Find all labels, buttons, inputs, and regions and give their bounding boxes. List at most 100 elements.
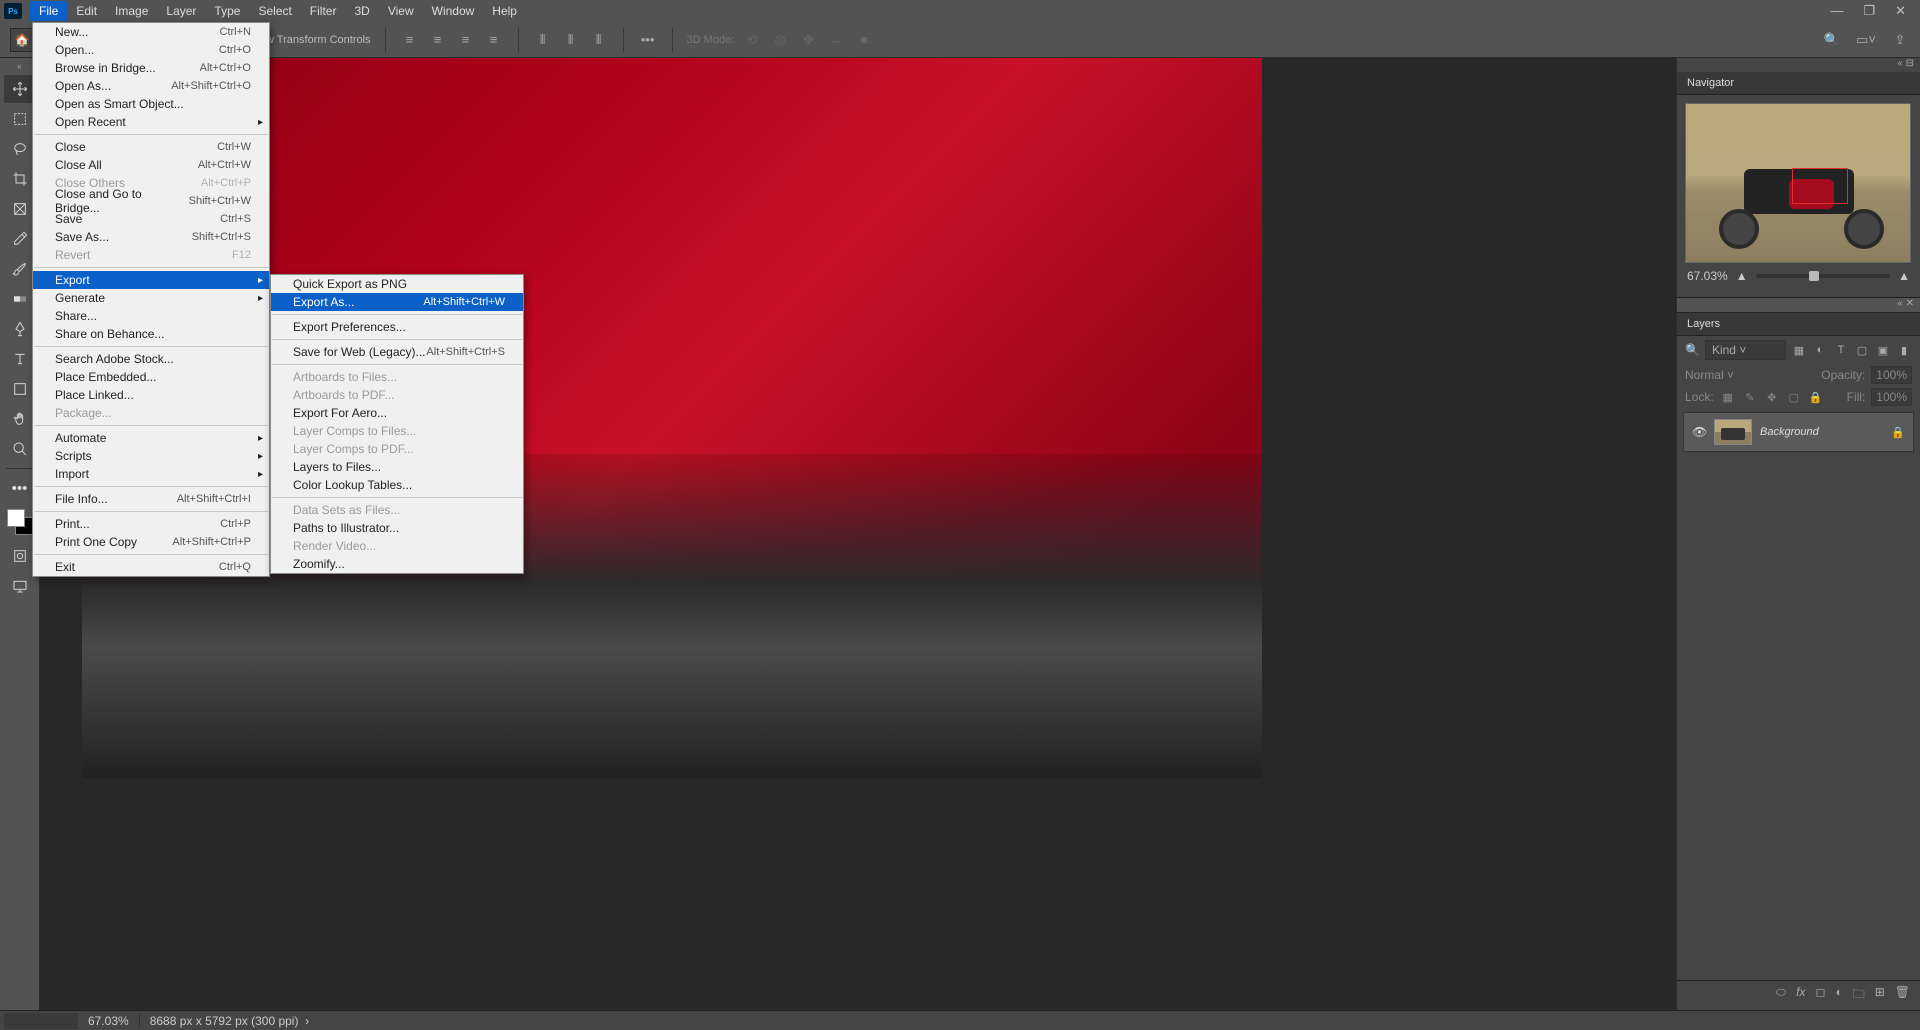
file-menu-item-15[interactable]: Export (33, 271, 269, 289)
export-menu-item-18[interactable]: Zoomify... (271, 555, 523, 573)
align-top-icon[interactable]: ≡ (484, 30, 504, 50)
file-menu-item-1[interactable]: Open...Ctrl+O (33, 41, 269, 59)
layer-mask-icon[interactable]: ◻ (1815, 985, 1825, 1006)
layers-tab[interactable]: Layers (1677, 313, 1920, 336)
panel-collapse-icon[interactable]: « ⊟ (1677, 58, 1920, 72)
edit-toolbar-icon[interactable]: ••• (4, 474, 36, 502)
brush-tool[interactable] (4, 255, 36, 283)
navigator-viewbox[interactable] (1792, 168, 1848, 204)
delete-layer-icon[interactable]: 🗑 (1895, 985, 1910, 1006)
file-menu-item-11[interactable]: SaveCtrl+S (33, 210, 269, 228)
adjustment-layer-icon[interactable]: ◐ (1835, 985, 1842, 1006)
menu-layer[interactable]: Layer (157, 1, 205, 21)
frame-tool[interactable] (4, 195, 36, 223)
more-options-icon[interactable]: ••• (638, 30, 658, 50)
export-menu-item-5[interactable]: Save for Web (Legacy)...Alt+Shift+Ctrl+S (271, 343, 523, 361)
file-menu-item-17[interactable]: Share... (33, 307, 269, 325)
layer-name[interactable]: Background (1760, 426, 1883, 438)
align-right-icon[interactable]: ≡ (456, 30, 476, 50)
visibility-icon[interactable]: 👁 (1692, 425, 1706, 439)
link-layers-icon[interactable]: ⬭ (1776, 985, 1786, 1006)
file-menu-item-26[interactable]: Scripts (33, 447, 269, 465)
zoom-in-icon[interactable]: ▲ (1898, 269, 1910, 283)
align-center-h-icon[interactable]: ≡ (428, 30, 448, 50)
opacity-value[interactable]: 100% (1871, 366, 1912, 384)
crop-tool[interactable] (4, 165, 36, 193)
layer-thumbnail[interactable] (1714, 419, 1752, 445)
filter-smart-icon[interactable]: ▣ (1875, 343, 1891, 357)
layers-collapse-icon[interactable]: « ✕ (1677, 298, 1920, 312)
screenmode-tool[interactable] (4, 572, 36, 600)
lasso-tool[interactable] (4, 135, 36, 163)
file-menu-item-10[interactable]: Close and Go to Bridge...Shift+Ctrl+W (33, 192, 269, 210)
new-layer-icon[interactable]: ⊞ (1875, 985, 1885, 1006)
type-tool[interactable] (4, 345, 36, 373)
file-menu-item-22[interactable]: Place Linked... (33, 386, 269, 404)
menu-select[interactable]: Select (249, 1, 300, 21)
export-menu-item-1[interactable]: Export As...Alt+Shift+Ctrl+W (271, 293, 523, 311)
distribute-icon[interactable]: ⫴ (589, 30, 609, 50)
lock-all-icon[interactable]: 🔒 (1808, 390, 1824, 404)
workspace-icon[interactable]: ▭˅ (1856, 30, 1876, 50)
foreground-color-swatch[interactable] (7, 509, 25, 527)
menu-type[interactable]: Type (205, 1, 249, 21)
status-doc-info[interactable]: 8688 px x 5792 px (300 ppi) › (139, 1014, 319, 1028)
file-menu-item-7[interactable]: CloseCtrl+W (33, 138, 269, 156)
file-menu-item-5[interactable]: Open Recent (33, 113, 269, 131)
file-menu-item-3[interactable]: Open As...Alt+Shift+Ctrl+O (33, 77, 269, 95)
zoom-out-icon[interactable]: ▲ (1736, 269, 1748, 283)
layer-lock-icon[interactable]: 🔒 (1891, 426, 1905, 439)
export-menu-item-13[interactable]: Color Lookup Tables... (271, 476, 523, 494)
status-zoom[interactable]: 67.03% (78, 1014, 139, 1028)
export-menu-item-16[interactable]: Paths to Illustrator... (271, 519, 523, 537)
file-menu-item-25[interactable]: Automate (33, 429, 269, 447)
export-menu-item-3[interactable]: Export Preferences... (271, 318, 523, 336)
filter-shape-icon[interactable]: ▢ (1854, 343, 1870, 357)
export-menu-item-9[interactable]: Export For Aero... (271, 404, 523, 422)
file-menu-item-8[interactable]: Close AllAlt+Ctrl+W (33, 156, 269, 174)
file-menu-item-2[interactable]: Browse in Bridge...Alt+Ctrl+O (33, 59, 269, 77)
hand-tool[interactable] (4, 405, 36, 433)
layers-list-empty[interactable] (1677, 456, 1920, 980)
menu-filter[interactable]: Filter (301, 1, 346, 21)
gradient-tool[interactable] (4, 285, 36, 313)
file-menu-item-21[interactable]: Place Embedded... (33, 368, 269, 386)
distribute-v-icon[interactable]: ⫴ (561, 30, 581, 50)
maximize-icon[interactable]: ❐ (1863, 3, 1875, 19)
color-swatches[interactable] (7, 509, 33, 535)
layer-row-background[interactable]: 👁 Background 🔒 (1683, 412, 1914, 452)
home-icon[interactable]: 🏠 (10, 28, 34, 52)
blend-mode-dropdown[interactable]: Normal ˅ (1685, 368, 1815, 382)
export-menu-item-12[interactable]: Layers to Files... (271, 458, 523, 476)
file-menu-item-12[interactable]: Save As...Shift+Ctrl+S (33, 228, 269, 246)
navigator-thumbnail[interactable] (1685, 103, 1911, 263)
file-menu-item-18[interactable]: Share on Behance... (33, 325, 269, 343)
file-menu-item-32[interactable]: Print One CopyAlt+Shift+Ctrl+P (33, 533, 269, 551)
close-icon[interactable]: ✕ (1895, 3, 1906, 19)
lock-position-icon[interactable]: ✥ (1764, 390, 1780, 404)
menu-window[interactable]: Window (423, 1, 484, 21)
filter-type-icon[interactable]: T (1833, 343, 1849, 357)
menu-file[interactable]: File (30, 1, 67, 21)
menu-3d[interactable]: 3D (345, 1, 378, 21)
filter-toggle-icon[interactable]: ▮ (1896, 343, 1912, 357)
eyedropper-tool[interactable] (4, 225, 36, 253)
lock-brush-icon[interactable]: ✎ (1742, 390, 1758, 404)
navigator-tab[interactable]: Navigator (1677, 72, 1920, 95)
lock-artboard-icon[interactable]: ▢ (1786, 390, 1802, 404)
quickmask-tool[interactable] (4, 542, 36, 570)
menu-edit[interactable]: Edit (67, 1, 106, 21)
share-icon[interactable]: ⇪ (1890, 30, 1910, 50)
layer-filter-kind[interactable]: Kind ˅ (1705, 340, 1786, 360)
file-menu-item-16[interactable]: Generate (33, 289, 269, 307)
marquee-tool[interactable] (4, 105, 36, 133)
file-menu-item-29[interactable]: File Info...Alt+Shift+Ctrl+I (33, 490, 269, 508)
document-tab[interactable] (4, 1013, 78, 1029)
filter-pixel-icon[interactable]: ▦ (1791, 343, 1807, 357)
layer-fx-icon[interactable]: fx (1796, 985, 1805, 1006)
navigator-zoom-slider[interactable] (1756, 274, 1891, 278)
shape-tool[interactable] (4, 375, 36, 403)
fill-value[interactable]: 100% (1871, 388, 1912, 406)
align-left-icon[interactable]: ≡ (400, 30, 420, 50)
file-menu-item-31[interactable]: Print...Ctrl+P (33, 515, 269, 533)
